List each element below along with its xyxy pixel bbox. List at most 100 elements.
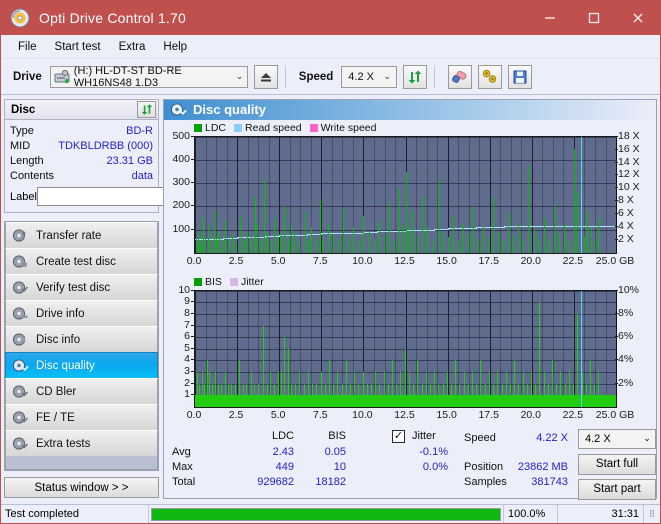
sidebar-item-drive-info[interactable]: Drive info [5, 300, 158, 327]
sidebar-label: Create test disc [36, 256, 116, 268]
disc-contents-label: Contents [10, 170, 54, 182]
stats-samples-value: 381743 [504, 476, 568, 488]
bis-plot[interactable] [194, 290, 617, 408]
legend-swatch [194, 278, 202, 286]
stats-avg-bis: 0.05 [302, 446, 346, 458]
legend-item: LDC [194, 122, 226, 134]
y2-tick-label: 16 X [618, 143, 640, 155]
sidebar-item-disc-quality[interactable]: Disc quality [5, 352, 158, 379]
stats-position-value: 23862 MB [504, 461, 568, 473]
legend-label: Jitter [241, 276, 264, 288]
disc-type-label: Type [10, 125, 34, 137]
sidebar-label: Drive info [36, 308, 85, 320]
ldc-plot[interactable] [194, 136, 617, 254]
status-window-button[interactable]: Status window > > [4, 477, 159, 498]
y2-tick-label: 18 X [618, 130, 640, 142]
sidebar-label: Transfer rate [36, 230, 101, 242]
sidebar-label: CD Bler [36, 386, 76, 398]
menubar: File Start test Extra Help [1, 35, 660, 59]
disc-info-box: Type BD-R MID TDKBLDRBB (000) Length 23.… [4, 120, 159, 213]
stats-row-label-max: Max [172, 461, 193, 473]
minimize-button[interactable] [528, 1, 572, 35]
app-window: Opti Drive Control 1.70 File Start test … [0, 0, 661, 524]
legend-item: BIS [194, 276, 222, 288]
x-tick-label: 10.0 [339, 255, 385, 267]
result-speed-value: 4.2 X [585, 433, 611, 445]
sidebar-item-verify-test-disc[interactable]: Verify test disc [5, 274, 158, 301]
sidebar-item-transfer-rate[interactable]: Transfer rate [5, 222, 158, 249]
ldc-legend: LDCRead speedWrite speed [194, 122, 385, 134]
eject-button[interactable] [254, 65, 278, 89]
x-tick-label: 20.0 [508, 409, 554, 421]
disc-bler-icon [12, 384, 30, 400]
disc-length-value: 23.31 GB [107, 155, 153, 167]
y2-tick-label: 6 X [618, 207, 634, 219]
menu-extra[interactable]: Extra [110, 38, 155, 56]
result-speed-select[interactable]: 4.2 X ⌄ [578, 429, 656, 449]
legend-label: Write speed [321, 122, 377, 134]
sidebar-item-disc-info[interactable]: Disc info [5, 326, 158, 353]
toolbar: Drive (H:) HL-DT-ST BD-RE WH16NS48 1.D3 … [1, 59, 660, 95]
menu-help[interactable]: Help [154, 38, 196, 56]
drive-select-value: (H:) HL-DT-ST BD-RE WH16NS48 1.D3 [74, 65, 232, 89]
close-button[interactable] [616, 1, 660, 35]
x-tick-label: 15.0 [424, 409, 470, 421]
stats-header-bis: BIS [302, 430, 346, 442]
disc-refresh-button[interactable] [137, 101, 156, 118]
menu-start-test[interactable]: Start test [46, 38, 110, 56]
y-tick-label: 100 [166, 223, 190, 235]
legend-label: LDC [205, 122, 226, 134]
maximize-button[interactable] [572, 1, 616, 35]
stats-total-ldc: 929682 [234, 476, 294, 488]
disc-quality-icon [12, 358, 30, 374]
y2-tick-label: 6% [618, 330, 633, 342]
disc-panel-header: Disc [4, 99, 159, 120]
y-tick-label: 10 [166, 284, 190, 296]
disc-length-label: Length [10, 155, 44, 167]
ldc-chart: LDCRead speedWrite speed 100200300400500… [166, 122, 654, 274]
sidebar-item-fe-te[interactable]: FE / TE [5, 404, 158, 431]
stats-total-bis: 18182 [296, 476, 346, 488]
sidebar-item-extra-tests[interactable]: Extra tests [5, 430, 158, 457]
refresh-button[interactable] [403, 65, 427, 89]
speed-select[interactable]: 4.2 X ⌄ [341, 66, 397, 88]
x-tick-label: 25.0 GB [592, 255, 638, 267]
start-part-button[interactable]: Start part [578, 479, 656, 500]
toolbar-divider [285, 66, 286, 88]
y-tick-label: 1 [166, 388, 190, 400]
legend-swatch [234, 124, 242, 132]
y2-tick-label: 2 X [618, 233, 634, 245]
y-tick-label: 9 [166, 295, 190, 307]
x-tick-label: 7.5 [297, 255, 343, 267]
elapsed-time: 31:31 [558, 505, 644, 524]
drive-select[interactable]: (H:) HL-DT-ST BD-RE WH16NS48 1.D3 ⌄ [50, 66, 248, 88]
charts-area: LDCRead speedWrite speed 100200300400500… [164, 120, 656, 428]
disc-transfer-icon [12, 228, 30, 244]
y-tick-label: 200 [166, 199, 190, 211]
disc-mid-value: TDKBLDRBB (000) [58, 140, 153, 152]
sidebar: Disc Type BD-R MID TDKBLDRBB (000) [4, 99, 159, 499]
x-tick-label: 2.5 [213, 409, 259, 421]
y2-tick-label: 8 X [618, 194, 634, 206]
progress-bar [151, 508, 501, 521]
menu-file[interactable]: File [9, 38, 46, 56]
disc-create-icon [12, 254, 30, 270]
x-tick-label: 17.5 [466, 255, 512, 267]
nav-list: Transfer rate Create test disc Verify te… [4, 221, 159, 471]
resize-grip-icon[interactable]: ⠿ [644, 505, 660, 524]
sidebar-label: Disc quality [36, 360, 95, 372]
save-button[interactable] [508, 65, 532, 89]
sidebar-label: Disc info [36, 334, 80, 346]
sidebar-item-create-test-disc[interactable]: Create test disc [5, 248, 158, 275]
start-full-button[interactable]: Start full [578, 454, 656, 475]
tools-button[interactable] [478, 65, 502, 89]
erase-button[interactable] [448, 65, 472, 89]
jitter-checkbox[interactable]: ✓ [392, 430, 405, 443]
stats-panel: LDC BIS ✓ Jitter Avg 2.43 0.05 -0.1% Max… [164, 428, 656, 498]
legend-item: Jitter [230, 276, 264, 288]
stats-row-label-total: Total [172, 476, 195, 488]
y-tick-label: 8 [166, 307, 190, 319]
sidebar-item-cd-bler[interactable]: CD Bler [5, 378, 158, 405]
stats-avg-jitter: -0.1% [402, 446, 448, 458]
x-tick-label: 25.0 GB [592, 409, 638, 421]
